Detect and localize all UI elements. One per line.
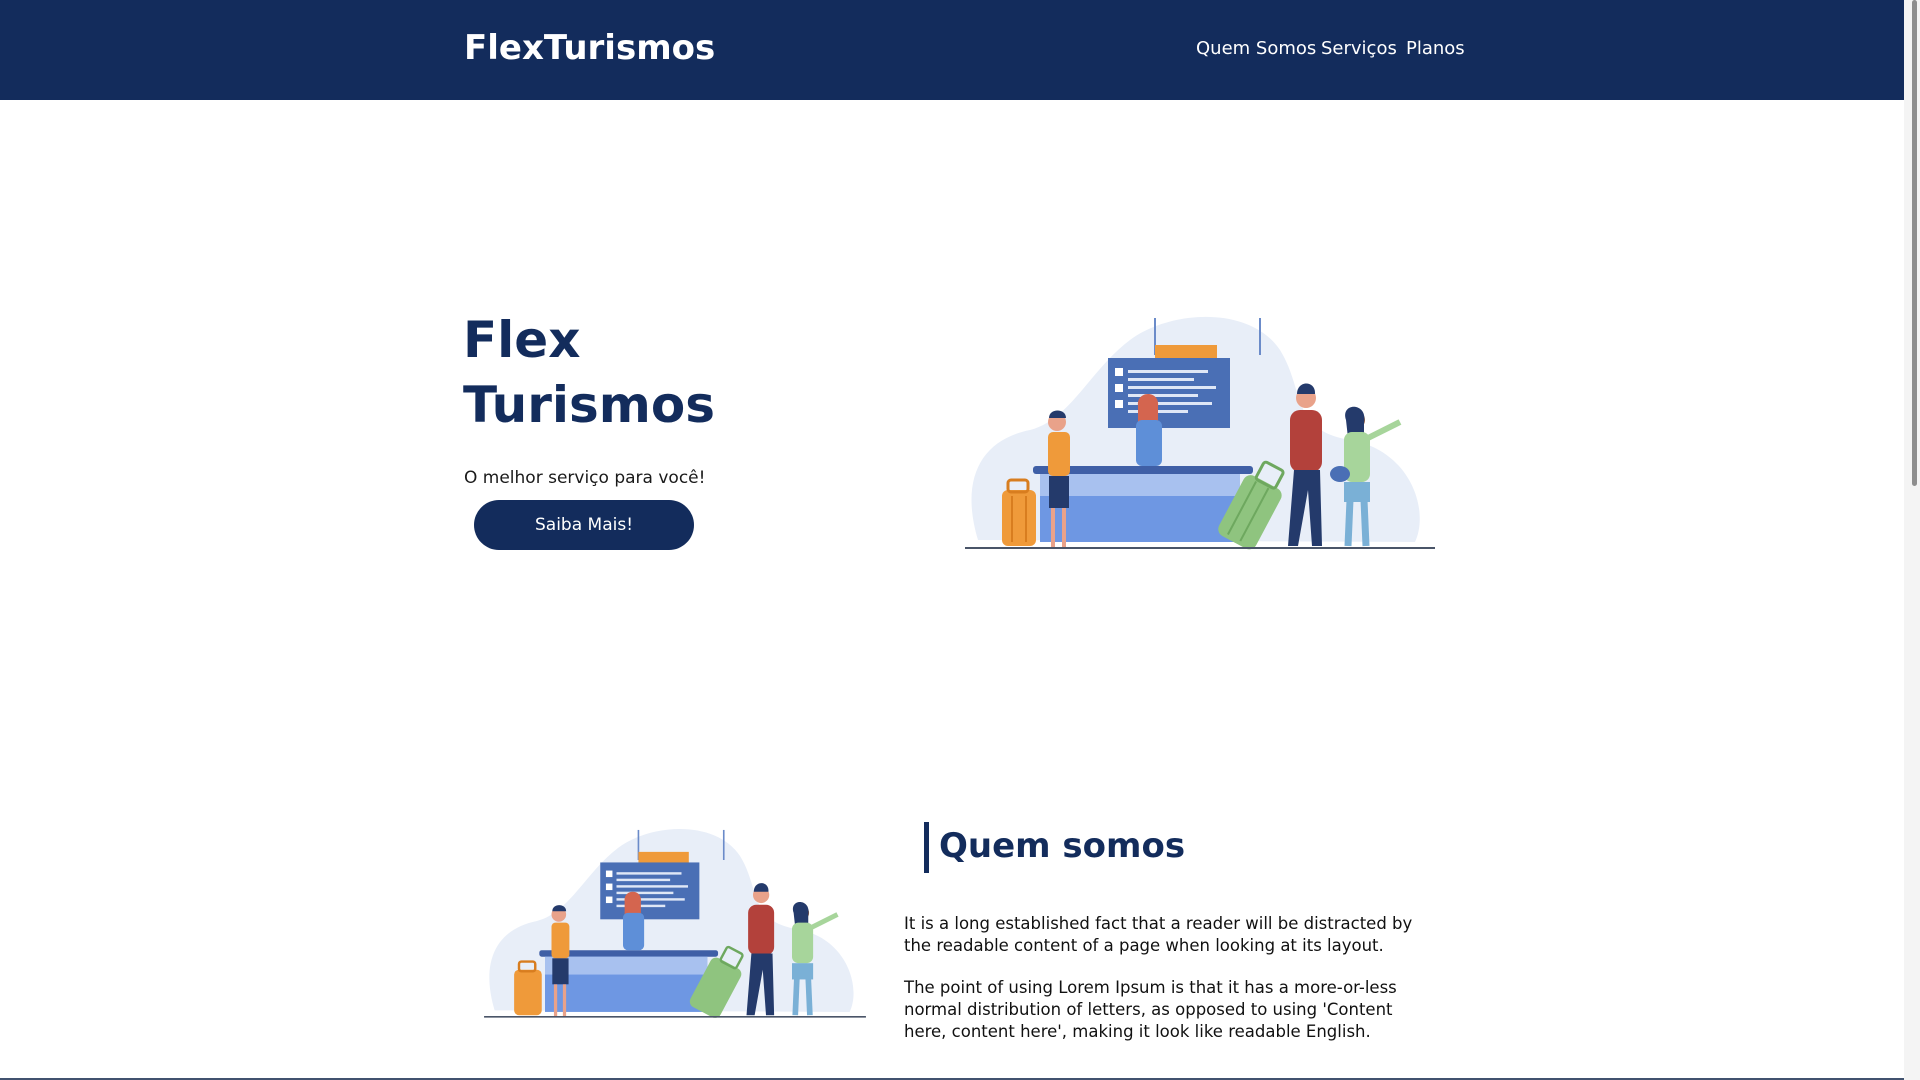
scrollbar-thumb[interactable] [1912,0,1917,486]
hero-subtitle: O melhor serviço para você! [464,468,706,488]
checkin-scene-small [484,828,866,1018]
top-navbar: FlexTurismos Quem Somos Serviços Planos [0,0,1918,100]
checkin-scene [965,316,1435,550]
brand-logo[interactable]: FlexTurismos [464,28,715,68]
nav-link-planos[interactable]: Planos [1406,38,1465,59]
nav-link-quem-somos[interactable]: Quem Somos [1196,38,1316,59]
about-paragraph-2: The point of using Lorem Ipsum is that i… [904,978,1397,1041]
hero-title: Flex Turismos [463,308,883,438]
section-title-accent-bar [924,822,929,873]
about-title: Quem somos [939,826,1186,866]
about-paragraph-1: It is a long established fact that a rea… [904,914,1413,955]
about-illustration [484,828,866,1018]
airport-checkin-illustration [965,316,1435,550]
nav-link-servicos[interactable]: Serviços [1321,38,1397,59]
hero-title-line-2: Turismos [463,376,715,434]
hero-title-line-1: Flex [463,311,581,369]
saiba-mais-button[interactable]: Saiba Mais! [474,500,694,550]
